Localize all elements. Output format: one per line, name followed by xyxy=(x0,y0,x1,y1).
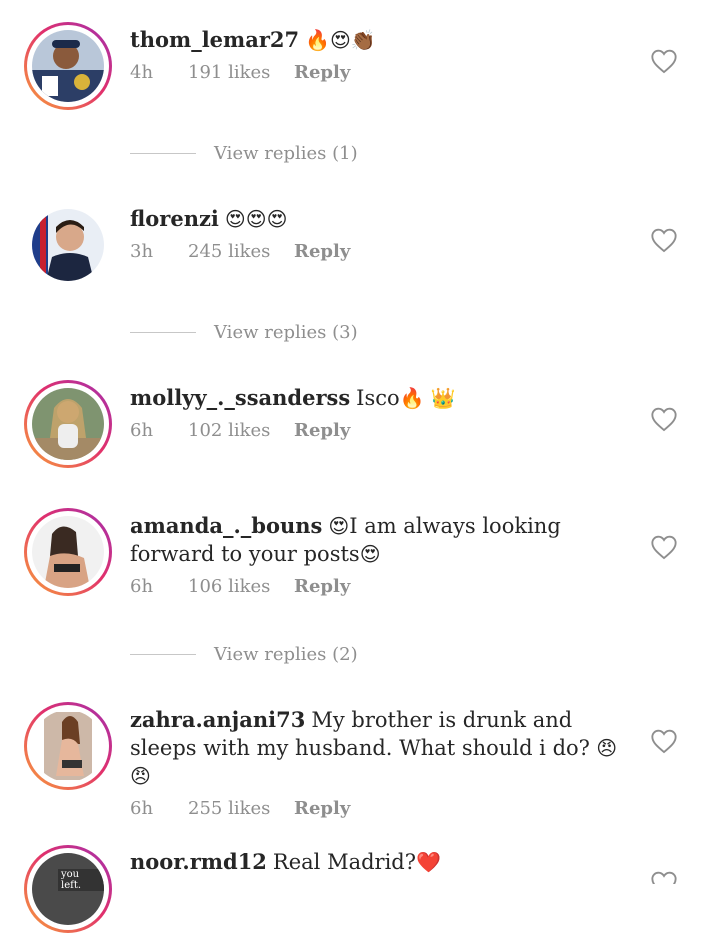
comment-username[interactable]: zahra.anjani73 xyxy=(130,707,305,732)
like-heart-icon[interactable] xyxy=(650,728,678,754)
avatar[interactable] xyxy=(32,209,104,281)
avatar[interactable] xyxy=(32,388,104,460)
story-ring[interactable]: you left. xyxy=(24,845,112,933)
comment-emoji: 🔥😍👏🏾 xyxy=(305,28,376,52)
view-replies-button[interactable]: View replies (3) xyxy=(130,320,390,344)
comment-username[interactable]: florenzi xyxy=(130,206,219,231)
comment-likes[interactable]: 255 likes xyxy=(188,798,270,819)
view-replies-button[interactable]: View replies (2) xyxy=(130,642,390,666)
comment-username[interactable]: noor.rmd12 xyxy=(130,849,267,874)
divider xyxy=(130,653,196,655)
view-replies-button[interactable]: View replies (1) xyxy=(130,141,390,165)
avatar-photo-icon xyxy=(32,30,104,102)
like-heart-icon[interactable] xyxy=(650,48,678,74)
view-replies-label: View replies (3) xyxy=(214,321,358,343)
comment-username[interactable]: thom_lemar27 xyxy=(130,27,299,52)
reply-button[interactable]: Reply xyxy=(294,576,350,597)
comment-emoji: 😍😍😍 xyxy=(224,207,288,231)
comment-username[interactable]: amanda_._bouns xyxy=(130,513,322,538)
story-ring[interactable] xyxy=(24,702,112,790)
comment-time: 3h xyxy=(130,241,154,262)
comment-emoji: 🔥 👑 xyxy=(399,386,456,410)
comment-emoji: ❤️ xyxy=(416,850,441,874)
reply-button[interactable]: Reply xyxy=(294,798,350,819)
comment-likes[interactable]: 191 likes xyxy=(188,62,270,83)
view-replies-label: View replies (2) xyxy=(214,643,358,665)
avatar-photo-icon xyxy=(32,710,104,782)
avatar[interactable] xyxy=(32,710,104,782)
story-ring[interactable] xyxy=(24,380,112,468)
like-heart-icon[interactable] xyxy=(650,534,678,560)
reply-button[interactable]: Reply xyxy=(294,241,350,262)
comment-likes[interactable]: 106 likes xyxy=(188,576,270,597)
avatar-photo-icon xyxy=(32,388,104,460)
like-heart-icon[interactable] xyxy=(650,406,678,432)
comment-username[interactable]: mollyy_._ssanderss xyxy=(130,385,350,410)
comment-time: 6h xyxy=(130,420,154,441)
reply-button[interactable]: Reply xyxy=(294,420,350,441)
like-heart-icon[interactable] xyxy=(650,870,678,884)
comment-time: 6h xyxy=(130,576,154,597)
view-replies-label: View replies (1) xyxy=(214,142,358,164)
comment-likes[interactable]: 245 likes xyxy=(188,241,270,262)
comment-emoji-prefix: 😍 xyxy=(328,514,350,538)
divider xyxy=(130,152,196,154)
comment-text: Real Madrid? xyxy=(272,850,416,874)
avatar[interactable]: you left. xyxy=(32,853,104,925)
story-ring[interactable] xyxy=(24,508,112,596)
comment-time: 4h xyxy=(130,62,154,83)
story-ring[interactable] xyxy=(24,22,112,110)
avatar-photo-icon xyxy=(32,209,104,281)
comment-emoji: 😍 xyxy=(359,542,381,566)
avatar[interactable] xyxy=(32,516,104,588)
avatar-photo-icon xyxy=(32,516,104,588)
avatar-caption: you left. xyxy=(58,869,104,891)
comment-text: Isco xyxy=(356,386,400,410)
like-heart-icon[interactable] xyxy=(650,227,678,253)
avatar-frame[interactable] xyxy=(32,209,104,281)
reply-button[interactable]: Reply xyxy=(294,62,350,83)
avatar[interactable] xyxy=(32,30,104,102)
divider xyxy=(130,331,196,333)
comment-time: 6h xyxy=(130,798,154,819)
comment-likes[interactable]: 102 likes xyxy=(188,420,270,441)
